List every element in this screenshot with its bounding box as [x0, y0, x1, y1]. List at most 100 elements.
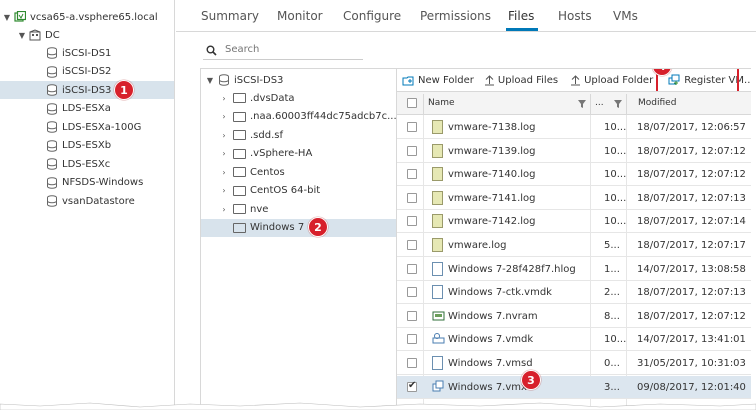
nav-datastore-item[interactable]: LDS-ESXb — [0, 137, 174, 155]
nav-datastore-item[interactable]: LDS-ESXa — [0, 100, 174, 118]
expand-arrow-icon[interactable]: › — [219, 112, 229, 121]
file-icon — [432, 356, 443, 370]
file-modified: 18/07/2017, 12:07:13 — [637, 192, 746, 204]
expand-arrow-icon[interactable]: › — [219, 186, 229, 195]
collapse-arrow-icon[interactable]: ▼ — [2, 13, 12, 22]
row-checkbox[interactable] — [407, 310, 417, 321]
tab-summary[interactable]: Summary — [201, 9, 259, 23]
nav-datastore-item[interactable]: LDS-ESXa-100G — [0, 118, 174, 136]
tree-folder-item[interactable]: › .dvsData — [201, 89, 396, 107]
file-row[interactable]: Windows 7.nvram 8... 18/07/2017, 12:07:12 — [397, 305, 751, 328]
folder-icon — [233, 148, 246, 159]
file-row[interactable]: vmware-7138.log 10... 18/07/2017, 12:06:57 — [397, 116, 751, 139]
row-checkbox[interactable] — [407, 169, 417, 180]
row-checkbox[interactable] — [407, 334, 417, 345]
tab-monitor[interactable]: Monitor — [277, 9, 323, 23]
column-header-name[interactable]: Name — [428, 98, 455, 108]
file-row[interactable]: vmware-7140.log 10... 18/07/2017, 12:07:12 — [397, 163, 751, 187]
filter-icon[interactable] — [614, 100, 622, 108]
row-checkbox[interactable] — [407, 358, 417, 368]
nav-datastore-item[interactable]: NFSDS-Windows — [0, 174, 174, 192]
tab-files[interactable]: Files — [508, 9, 534, 23]
folder-label: Windows 7 — [250, 222, 305, 233]
row-checkbox[interactable] — [407, 240, 417, 250]
nav-datastore-item[interactable]: LDS-ESXc — [0, 155, 174, 173]
expand-arrow-icon[interactable]: › — [219, 149, 229, 158]
tree-folder-item[interactable]: › Centos — [201, 163, 396, 181]
file-row[interactable]: Windows 7-ctk.vmdk 2... 18/07/2017, 12:07:… — [397, 281, 751, 305]
nav-datastore-item[interactable]: iSCSI-DS2 — [0, 63, 174, 81]
column-header-size[interactable]: ... — [595, 98, 604, 108]
row-checkbox[interactable] — [407, 122, 417, 132]
row-checkbox[interactable] — [407, 192, 417, 203]
nav-datastore-item[interactable]: vsanDatastore — [0, 192, 174, 210]
file-row[interactable]: vmware-7141.log 10... 18/07/2017, 12:07:13 — [397, 187, 751, 210]
folder-label: .sdd.sf — [250, 129, 283, 141]
tree-folder-item[interactable]: › CentOS 64-bit — [201, 182, 396, 200]
search-input[interactable] — [225, 44, 355, 55]
row-checkbox[interactable] — [407, 145, 417, 156]
tab-configure[interactable]: Configure — [343, 9, 401, 23]
tree-folder-item[interactable]: ›Windows 7 — [201, 218, 396, 237]
filter-icon[interactable] — [578, 100, 586, 108]
file-row[interactable]: vmware-7139.log 10... 18/07/2017, 12:07:12 — [397, 140, 751, 163]
nav-datastore-item[interactable]: iSCSI-DS1 — [0, 44, 174, 62]
log-file-icon — [432, 238, 443, 252]
collapse-arrow-icon[interactable]: ▼ — [17, 31, 27, 40]
upload-folder-button[interactable]: Upload Folder — [570, 75, 653, 86]
file-size: 3... — [604, 381, 620, 393]
tree-folder-item[interactable]: › .naa.60003ff44dc75adcb7c... — [201, 108, 396, 126]
file-modified: 09/08/2017, 12:01:40 — [637, 381, 746, 393]
expand-arrow-icon[interactable]: › — [219, 94, 229, 103]
tab-permissions[interactable]: Permissions — [420, 9, 491, 23]
row-checkbox[interactable] — [407, 380, 417, 392]
file-size: 0... — [604, 358, 620, 369]
log-file-icon — [432, 214, 443, 229]
tree-folder-item[interactable]: › .sdd.sf — [201, 126, 396, 144]
tree-root[interactable]: ▼ iSCSI-DS3 — [201, 71, 396, 89]
new-folder-icon — [402, 76, 414, 85]
tree-folder-item[interactable]: › .vSphere-HA — [201, 145, 396, 163]
search-box[interactable] — [203, 42, 363, 60]
nav-vcenter-root[interactable]: ▼ vcsa65-a.vsphere65.local — [0, 8, 174, 26]
file-row[interactable]: vmware-7142.log 10... 18/07/2017, 12:07:14 — [397, 210, 751, 234]
disk-file-icon — [432, 333, 445, 344]
expand-arrow-icon[interactable]: › — [219, 131, 229, 140]
file-row[interactable]: Windows 7-28f428f7.hlog 1... 14/07/2017, 1… — [397, 258, 751, 281]
new-folder-button[interactable]: New Folder — [402, 75, 474, 86]
file-name: vmware-7140.log — [448, 169, 536, 181]
tree-folder-item[interactable]: › nve — [201, 200, 396, 218]
file-row[interactable]: Windows 7.vmdk 10... 14/07/2017, 13:41:01 — [397, 328, 751, 352]
file-name: vmware-7141.log — [448, 192, 536, 204]
file-name: Windows 7.vmdk — [448, 334, 534, 346]
datastore-icon — [47, 84, 57, 96]
select-all-checkbox[interactable] — [407, 98, 417, 108]
nav-datastore-item[interactable]: iSCSI-DS3 — [0, 81, 174, 99]
row-checkbox[interactable] — [407, 216, 417, 227]
file-modified: 31/05/2017, 10:31:03 — [637, 358, 746, 369]
file-row[interactable]: Windows 7.vmsd 0... 31/05/2017, 10:31:03 — [397, 352, 751, 375]
row-checkbox[interactable] — [407, 287, 417, 298]
expand-arrow-icon[interactable]: › — [219, 205, 229, 214]
file-row[interactable]: Windows 7.vmx 3... 09/08/2017, 12:01:40 — [397, 375, 751, 399]
upload-icon — [484, 74, 494, 85]
folder-icon — [233, 167, 246, 177]
upload-files-label: Upload Files — [497, 74, 559, 86]
file-modified: 18/07/2017, 12:06:57 — [637, 122, 746, 133]
expand-arrow-icon[interactable]: › — [219, 168, 229, 177]
file-row[interactable]: vmware.log 5... 18/07/2017, 12:07:17 — [397, 234, 751, 257]
file-size: 2... — [604, 287, 620, 299]
column-header-modified[interactable]: Modified — [638, 98, 676, 108]
folder-label: Centos — [250, 166, 285, 178]
nav-datacenter[interactable]: ▼ DC — [0, 26, 174, 44]
datastore-icon — [47, 195, 57, 207]
file-size: 10... — [604, 169, 626, 181]
tab-hosts[interactable]: Hosts — [558, 9, 592, 23]
row-checkbox[interactable] — [407, 263, 417, 274]
collapse-arrow-icon[interactable]: ▼ — [205, 76, 215, 85]
upload-folder-label: Upload Folder — [584, 74, 654, 86]
tab-vms[interactable]: VMs — [613, 9, 638, 23]
file-size: 8... — [604, 310, 620, 322]
upload-files-button[interactable]: Upload Files — [484, 75, 558, 86]
torn-edge — [0, 402, 756, 410]
